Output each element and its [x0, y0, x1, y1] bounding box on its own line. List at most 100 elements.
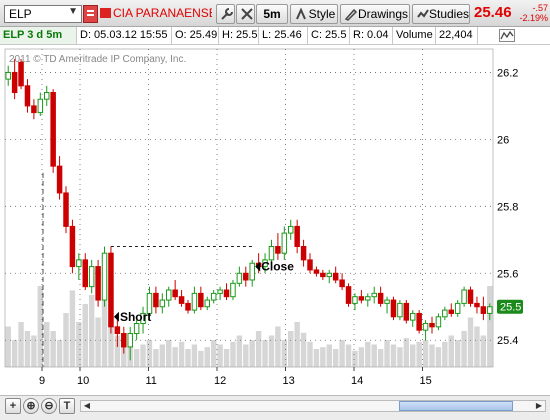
drawings-button[interactable]: Drawings [340, 4, 410, 24]
volume-bar [358, 347, 365, 367]
candle-body [127, 333, 133, 348]
candle-body [345, 286, 352, 304]
volume-bar [140, 344, 146, 367]
style-label: Style [308, 7, 336, 21]
volume-bar [339, 340, 345, 367]
symbol-selector[interactable]: ELP ▼ [4, 5, 82, 23]
candle-body [159, 299, 166, 308]
chart-title: ELP 3 d 5m [0, 27, 77, 44]
candle-body [339, 279, 345, 288]
volume-bar [288, 331, 294, 367]
volume-bar [204, 347, 210, 367]
volume-bar [56, 340, 63, 367]
style-button[interactable]: Style [290, 4, 338, 24]
net-change: -.57 [532, 3, 548, 13]
time-tick-label: 13 [283, 375, 295, 387]
pencil-icon [344, 8, 358, 21]
candle-body [172, 289, 178, 298]
volume-bar [18, 322, 24, 367]
candle-body [358, 296, 365, 301]
candle-body [88, 266, 95, 288]
candle-body [352, 296, 358, 304]
candle-body [95, 266, 101, 301]
volume-bar [268, 335, 275, 367]
interval-button[interactable]: 5m [256, 4, 288, 24]
candle-body [390, 299, 397, 318]
candle-body [230, 282, 236, 298]
volume-bar [255, 331, 262, 367]
volume-bar [326, 344, 332, 367]
crosshair-tool-button[interactable] [216, 4, 235, 24]
volume-bar [397, 347, 403, 367]
time-tick-label: 9 [39, 375, 45, 387]
time-tick-label: 14 [351, 375, 363, 387]
candle-body [210, 292, 217, 301]
volume-bar [435, 347, 442, 367]
crosshair-button[interactable]: + [5, 398, 21, 414]
volume-label: Volume [393, 27, 436, 44]
volume-bar [101, 299, 108, 367]
volume-bar [44, 322, 50, 367]
volume-bar [95, 317, 101, 367]
zoom-out-button[interactable]: ⊖ [41, 398, 57, 414]
company-name: CIA PARANAENSE ... [100, 6, 212, 23]
candle-body [243, 272, 249, 281]
candle-body [50, 92, 56, 167]
volume-bar [422, 340, 429, 367]
candle-body [31, 105, 37, 114]
candle-body [43, 92, 50, 100]
zoom-in-button[interactable]: ⊕ [23, 398, 39, 414]
trendline-button[interactable]: T [59, 398, 75, 414]
candle-body [300, 245, 307, 261]
volume-bar [332, 349, 339, 367]
price-tick-label: 25.8 [497, 201, 518, 213]
volume-bar [300, 332, 307, 367]
volume-bar [223, 349, 230, 367]
candle-body [326, 272, 333, 278]
studies-button[interactable]: Studies [412, 4, 470, 24]
scroll-thumb[interactable] [399, 401, 513, 411]
candle-body [409, 312, 416, 321]
time-tick-label: 15 [420, 375, 432, 387]
symbol-text: ELP [9, 7, 32, 21]
candle-body [204, 299, 211, 308]
volume-bar [467, 317, 474, 367]
current-price-label: 25.5 [500, 302, 521, 314]
candle-body [313, 269, 320, 274]
chart-toolbar: ELP ▼ CIA PARANAENSE ... 5m Style Drawin… [0, 0, 550, 27]
volume-bar [294, 322, 300, 367]
volume-bar [281, 340, 288, 367]
candle-body [487, 306, 493, 314]
time-scrollbar[interactable]: ◀ ▶ [80, 400, 546, 412]
chart-layout-icon[interactable] [499, 29, 515, 42]
candle-body [397, 302, 403, 318]
candle-body [121, 333, 127, 348]
volume-bar [88, 295, 95, 367]
volume-bar [50, 331, 56, 367]
candle-body [294, 225, 300, 247]
volume-bar [185, 349, 191, 367]
studies-label: Studies [429, 7, 470, 21]
candle-body [320, 272, 326, 278]
chevron-down-icon[interactable]: ▼ [68, 6, 78, 17]
scroll-left-arrow[interactable]: ◀ [81, 401, 93, 411]
volume-bar [454, 340, 461, 367]
candle-body [249, 262, 255, 281]
candle-body [442, 309, 448, 318]
candle-body [198, 292, 204, 308]
candle-body [371, 292, 377, 298]
candle-body [63, 192, 69, 227]
symbol-menu-button[interactable] [83, 5, 98, 23]
candle-body [287, 225, 294, 234]
volume-bar [275, 326, 281, 367]
volume-value: 22,404 [436, 27, 478, 44]
settings-tool-button[interactable] [236, 4, 255, 24]
price-chart[interactable]: 2011 © TD Ameritrade IP Company, Inc. 26… [0, 45, 550, 395]
volume-bar [76, 322, 82, 367]
volume-bar [429, 344, 435, 367]
scroll-right-arrow[interactable]: ▶ [533, 401, 545, 411]
volume-bar [403, 338, 410, 367]
candle-body [281, 232, 288, 254]
candle-body [76, 259, 82, 268]
candle-body [82, 259, 89, 288]
